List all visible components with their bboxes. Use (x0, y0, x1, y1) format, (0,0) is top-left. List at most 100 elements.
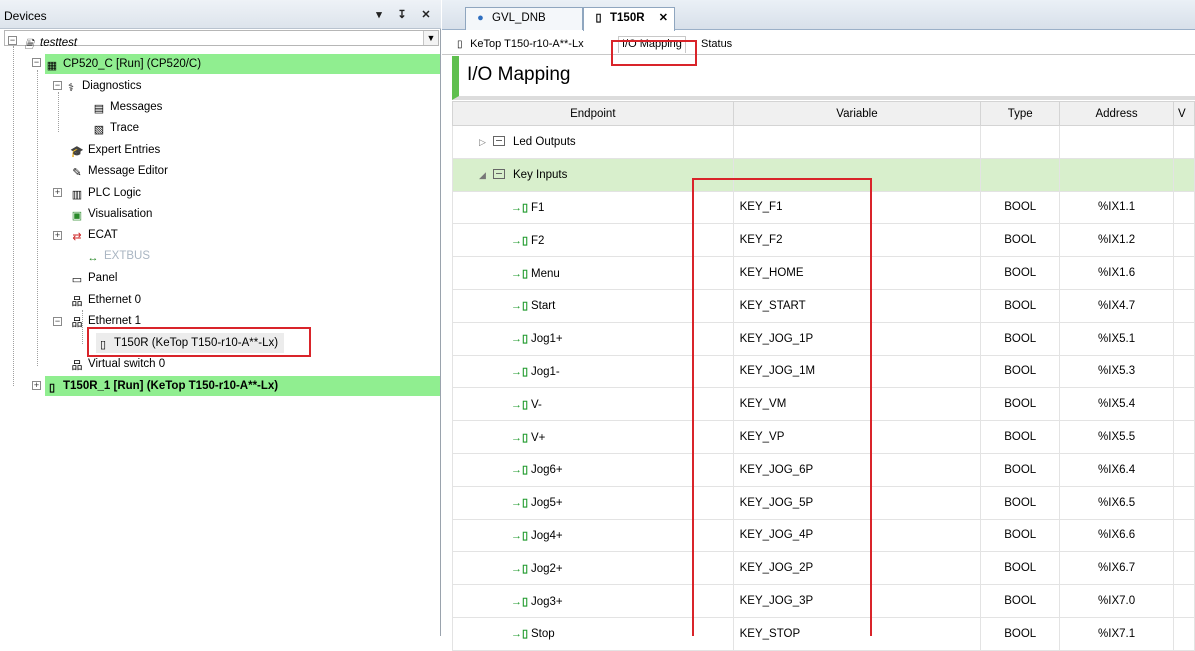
table-row[interactable]: →▯ Jog2+ KEY_JOG_2P BOOL %IX6.7 (452, 551, 1195, 586)
collapse-toggle[interactable]: − (53, 81, 62, 90)
variable-cell[interactable]: KEY_JOG_1P (732, 321, 982, 356)
tree-item-ecat[interactable]: ⇄ ECAT (70, 225, 117, 245)
table-row[interactable]: →▯ Jog4+ KEY_JOG_4P BOOL %IX6.6 (452, 518, 1195, 553)
type-cell: BOOL (980, 387, 1061, 422)
input-pin-icon: →▯ (511, 398, 529, 411)
input-pin-icon: →▯ (511, 497, 529, 510)
variable-cell[interactable]: KEY_JOG_1M (732, 354, 982, 389)
value-cell (1172, 190, 1195, 225)
variable-cell[interactable]: KEY_START (732, 288, 982, 323)
table-row[interactable]: →▯ Stop KEY_STOP BOOL %IX7.1 (452, 616, 1195, 651)
close-icon[interactable]: ✕ (659, 8, 668, 29)
collapse-arrow-icon[interactable]: ◢ (479, 170, 489, 181)
table-row[interactable]: →▯ V+ KEY_VP BOOL %IX5.5 (452, 420, 1195, 454)
tree-item-trace[interactable]: ▧ Trace (92, 118, 139, 138)
column-header-address[interactable]: Address (1059, 101, 1174, 126)
table-row[interactable]: →▯ Jog3+ KEY_JOG_3P BOOL %IX7.0 (452, 584, 1195, 618)
column-header-endpoint[interactable]: Endpoint (452, 101, 734, 126)
close-icon[interactable]: ✕ (419, 8, 433, 21)
tree-item-panel[interactable]: ▭ Panel (70, 268, 118, 288)
chevron-down-icon[interactable]: ▼ (423, 31, 438, 45)
column-header-variable[interactable]: Variable (732, 101, 982, 126)
tree-item-messages[interactable]: ▤ Messages (92, 97, 163, 117)
table-row[interactable]: →▯ Jog1+ KEY_JOG_1P BOOL %IX5.1 (452, 321, 1195, 356)
tab-ketop[interactable]: ▯ KeTop T150-r10-A**-Lx (457, 37, 584, 54)
tree-item-testtest[interactable]: 🗎 testtest (22, 33, 78, 53)
devices-panel: Devices ▾ ↧ ✕ ▼ − 🗎 testtest − ▦ CP520_C [… (0, 0, 441, 636)
tree-item-message-editor[interactable]: ✎ Message Editor (70, 161, 168, 181)
variable-cell[interactable]: KEY_JOG_6P (732, 452, 982, 487)
variable-cell[interactable]: KEY_JOG_4P (732, 518, 982, 553)
variable-cell[interactable]: KEY_HOME (732, 256, 982, 290)
tree-item-virtual-switch[interactable]: 品 Virtual switch 0 (70, 354, 166, 374)
value-cell (1172, 321, 1195, 356)
endpoint-label: Jog2+ (531, 562, 563, 575)
tab-io-mapping[interactable]: I/O Mapping (618, 36, 686, 53)
collapse-toggle[interactable]: − (53, 317, 62, 326)
network-icon: 品 (71, 296, 83, 308)
table-row[interactable]: →▯ Start KEY_START BOOL %IX4.7 (452, 288, 1195, 323)
table-row[interactable]: →▯ F2 KEY_F2 BOOL %IX1.2 (452, 223, 1195, 258)
column-header-type[interactable]: Type (980, 101, 1061, 126)
tab-t150r[interactable]: ▯ T150R ✕ (583, 7, 675, 31)
address-cell: %IX6.6 (1059, 518, 1174, 553)
variable-cell[interactable]: KEY_VM (732, 387, 982, 422)
type-cell: BOOL (980, 452, 1061, 487)
value-cell (1172, 256, 1195, 290)
address-cell: %IX1.2 (1059, 223, 1174, 258)
address-cell: %IX5.4 (1059, 387, 1174, 422)
variable-cell[interactable]: KEY_STOP (732, 616, 982, 651)
endpoint-label: Menu (531, 267, 560, 280)
pin-icon[interactable]: ↧ (395, 8, 409, 21)
tree-item-plc-logic[interactable]: ▥ PLC Logic (70, 183, 141, 203)
expand-toggle[interactable]: + (53, 188, 62, 197)
tree-item-diagnostics[interactable]: ⚕ Diagnostics (64, 76, 141, 96)
tree-item-t150r-1[interactable]: ▯ T150R_1 [Run] (KeTop T150-r10-A**-Lx) (45, 376, 440, 396)
table-row[interactable]: →▯ F1 KEY_F1 BOOL %IX1.1 (452, 190, 1195, 225)
endpoint-label: Jog6+ (531, 464, 563, 477)
table-row[interactable]: →▯ Menu KEY_HOME BOOL %IX1.6 (452, 256, 1195, 290)
column-header-value[interactable]: V (1172, 101, 1195, 126)
group-icon (493, 135, 505, 146)
dropdown-arrow-icon[interactable]: ▾ (372, 8, 386, 21)
endpoint-label: Jog1- (531, 365, 560, 378)
table-row[interactable]: →▯ V- KEY_VM BOOL %IX5.4 (452, 387, 1195, 422)
collapse-toggle[interactable]: − (32, 58, 41, 67)
tree-item-ethernet0[interactable]: 品 Ethernet 0 (70, 290, 142, 310)
input-pin-icon: →▯ (511, 562, 529, 575)
tab-status[interactable]: Status (701, 37, 732, 54)
tab-gvl-dnb[interactable]: ● GVL_DNB (465, 7, 583, 30)
type-cell: BOOL (980, 584, 1061, 618)
table-row[interactable]: →▯ Jog6+ KEY_JOG_6P BOOL %IX6.4 (452, 452, 1195, 487)
tree-item-extbus[interactable]: ↔ EXTBUS (86, 246, 151, 266)
type-cell: BOOL (980, 616, 1061, 651)
table-row-group[interactable]: ◢ Key Inputs (452, 157, 1195, 192)
table-row[interactable]: →▯ Jog5+ KEY_JOG_5P BOOL %IX6.5 (452, 485, 1195, 520)
plc-icon: ▦ (46, 60, 58, 72)
table-row[interactable]: →▯ Jog1- KEY_JOG_1M BOOL %IX5.3 (452, 354, 1195, 389)
project-icon: 🗎 (24, 39, 34, 51)
device-icon: ▯ (99, 339, 107, 351)
type-cell: BOOL (980, 190, 1061, 225)
expand-toggle[interactable]: + (32, 381, 41, 390)
expand-toggle[interactable]: + (53, 231, 62, 240)
variable-cell[interactable]: KEY_JOG_5P (732, 485, 982, 520)
type-cell: BOOL (980, 223, 1061, 258)
io-mapping-table: Endpoint Variable Type Address V ▷ Led Ou… (452, 101, 1195, 651)
tree-item-t150r[interactable]: ▯ T150R (KeTop T150-r10-A**-Lx) (96, 333, 285, 353)
variable-cell[interactable]: KEY_VP (732, 420, 982, 454)
tree-item-ethernet1[interactable]: 品 Ethernet 1 (70, 311, 142, 331)
table-row-group[interactable]: ▷ Led Outputs (452, 125, 1195, 159)
variable-cell[interactable]: KEY_F2 (732, 223, 982, 258)
variable-cell[interactable]: KEY_F1 (732, 190, 982, 225)
tree-line (58, 92, 59, 132)
variable-cell[interactable]: KEY_JOG_3P (732, 584, 982, 618)
expand-arrow-icon[interactable]: ▷ (479, 137, 489, 148)
variable-cell[interactable]: KEY_JOG_2P (732, 551, 982, 586)
input-pin-icon: →▯ (511, 234, 529, 247)
tree-item-visualisation[interactable]: ▣ Visualisation (70, 204, 153, 224)
collapse-toggle[interactable]: − (8, 36, 17, 45)
tree-item-controller[interactable]: ▦ CP520_C [Run] (CP520/C) (45, 54, 440, 74)
endpoint-label: V+ (531, 431, 546, 444)
tree-item-expert-entries[interactable]: 🎓 Expert Entries (70, 140, 160, 160)
